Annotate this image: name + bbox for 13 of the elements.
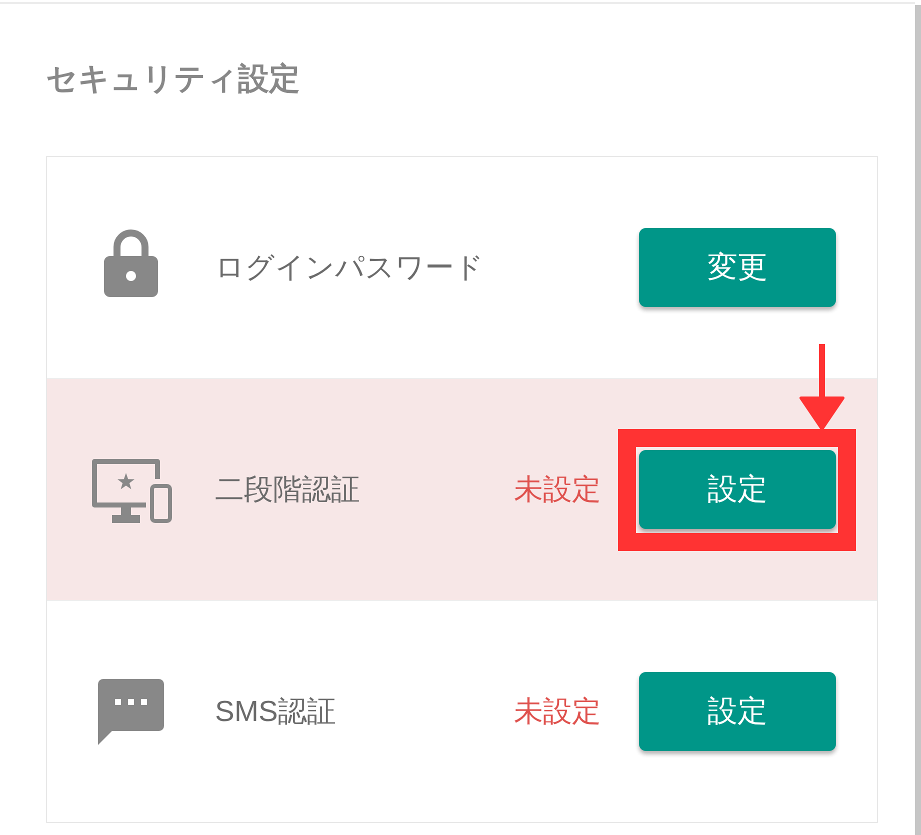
setting-label: ログインパスワード [215, 250, 485, 286]
setting-button[interactable]: 設定 [639, 672, 836, 751]
status-text: 未設定 [514, 694, 601, 730]
setting-button[interactable]: 設定 [639, 450, 836, 529]
down-arrow-icon [799, 344, 845, 429]
monitor-and-phone-icon [90, 456, 172, 522]
page-title: セキュリティ設定 [46, 60, 300, 98]
status-text: 未設定 [514, 472, 601, 508]
setting-button[interactable]: 変更 [639, 228, 836, 307]
setting-label: 二段階認証 [215, 472, 361, 508]
chat-bubble-icon [98, 678, 164, 744]
lock-icon [104, 228, 158, 296]
setting-label: SMS認証 [215, 694, 337, 730]
